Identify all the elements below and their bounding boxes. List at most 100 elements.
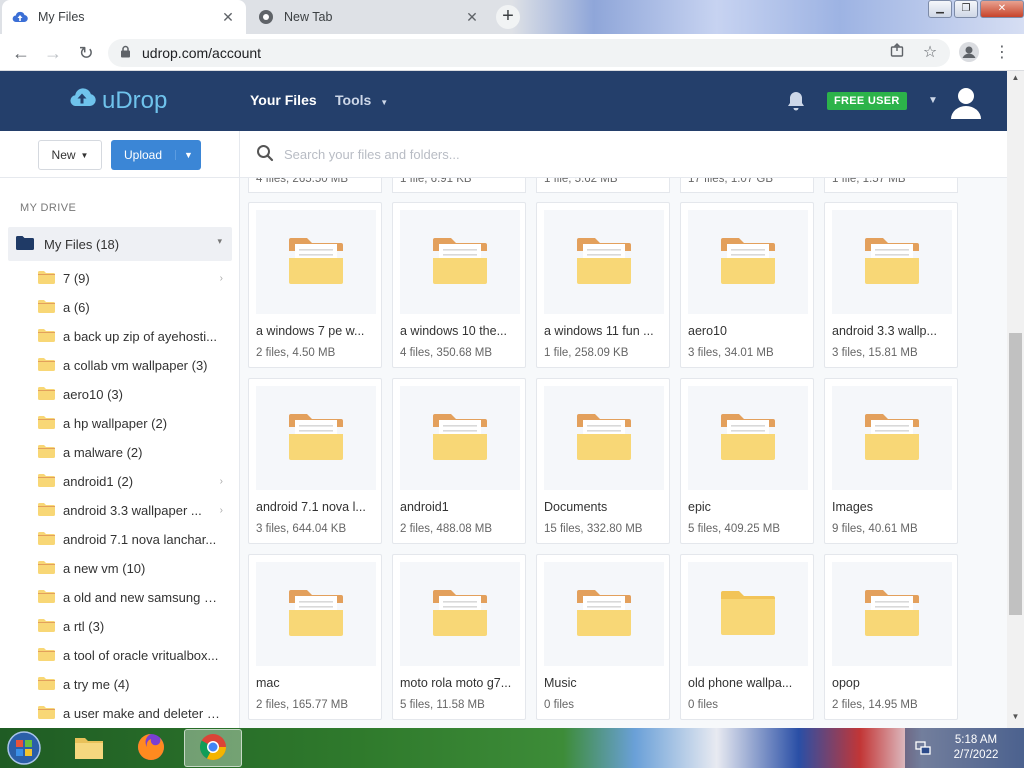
sidebar-folder-item[interactable]: a new vm (10) (0, 554, 239, 583)
tab-new-tab[interactable]: New Tab ✕ (248, 0, 490, 34)
scroll-up-arrow-icon[interactable]: ▲ (1007, 73, 1024, 87)
sidebar-folder-item[interactable]: aero10 (3) (0, 380, 239, 409)
new-tab-button[interactable]: + (496, 5, 520, 29)
close-icon[interactable]: ✕ (220, 9, 236, 26)
sidebar-folder-item[interactable]: a malware (2) (0, 438, 239, 467)
folder-card[interactable]: Documents 15 files, 332.80 MB (536, 378, 670, 544)
scroll-thumb[interactable] (1009, 333, 1022, 615)
upload-button[interactable]: Upload ▼ (111, 140, 201, 170)
folder-card[interactable]: Music 0 files (536, 554, 670, 720)
folder-card[interactable]: aero10 3 files, 34.01 MB (680, 202, 814, 368)
bell-icon[interactable] (786, 90, 806, 115)
start-button[interactable] (4, 729, 44, 767)
caret-down-icon: ▼ (380, 98, 389, 107)
folder-icon (719, 589, 777, 640)
search-input[interactable] (284, 146, 684, 162)
sidebar-folder-item[interactable]: a back up zip of ayehosti... (0, 322, 239, 351)
folder-card[interactable]: old phone wallpa... 0 files (680, 554, 814, 720)
folder-card[interactable]: a windows 7 pe w... 2 files, 4.50 MB (248, 202, 382, 368)
sidebar-folder-item[interactable]: a (6) (0, 293, 239, 322)
network-icon[interactable] (915, 740, 931, 759)
sidebar-folder-item[interactable]: android 3.3 wallpaper ... › (0, 496, 239, 525)
folder-card[interactable]: a windows 11 fun ... 1 file, 258.09 KB (536, 202, 670, 368)
user-plan-badge: FREE USER (827, 92, 907, 110)
sidebar-folder-item[interactable]: a user make and deleter (... (0, 699, 239, 728)
folder-card[interactable]: android 7.1 nova l... 3 files, 644.04 KB (248, 378, 382, 544)
sidebar-folder-item[interactable]: a tool of oracle vritualbox... (0, 641, 239, 670)
windows-taskbar: 5:18 AM 2/7/2022 (0, 728, 1024, 768)
card-meta: 3 files, 644.04 KB (256, 523, 347, 535)
folder-card[interactable]: android 3.3 wallp... 3 files, 15.81 MB (824, 202, 958, 368)
kebab-menu-icon[interactable]: ⋮ (991, 42, 1013, 64)
sidebar-folder-item[interactable]: android 7.1 nova lanchar... (0, 525, 239, 554)
chevron-right-icon[interactable]: › (220, 273, 223, 284)
sidebar-folder-item[interactable]: 7 (9) › (0, 264, 239, 293)
folder-icon (431, 236, 489, 289)
star-icon[interactable]: ☆ (919, 42, 941, 64)
nav-tools[interactable]: Tools ▼ (335, 92, 388, 108)
card-name: a windows 11 fun ... (544, 324, 654, 338)
forward-arrow-icon[interactable]: → (42, 42, 64, 64)
folder-icon (287, 236, 345, 289)
sidebar-item-label: My Files (18) (44, 236, 120, 252)
folder-icon (287, 412, 345, 465)
folder-card[interactable]: android1 2 files, 488.08 MB (392, 378, 526, 544)
caret-down-icon[interactable]: ▼ (928, 95, 938, 106)
card-name: Music (544, 676, 577, 690)
chrome-icon (258, 9, 274, 25)
sidebar-folder-item[interactable]: a try me (4) (0, 670, 239, 699)
folder-icon (431, 412, 489, 465)
page-scrollbar[interactable]: ▲ ▼ (1007, 71, 1024, 728)
window-close-button[interactable]: ✕ (980, 0, 1024, 18)
folder-card[interactable]: opop 2 files, 14.95 MB (824, 554, 958, 720)
sidebar-item-my-files[interactable]: My Files (18) ▾ (8, 227, 232, 261)
folder-card[interactable]: Images 9 files, 40.61 MB (824, 378, 958, 544)
scroll-down-arrow-icon[interactable]: ▼ (1007, 712, 1024, 726)
card-name: a windows 7 pe w... (256, 324, 365, 338)
tab-my-files[interactable]: My Files ✕ (2, 0, 246, 34)
chevron-down-icon[interactable]: ▾ (217, 236, 222, 247)
upload-dropdown-caret-icon[interactable]: ▼ (175, 150, 201, 160)
new-button[interactable]: New ▼ (38, 140, 102, 170)
nav-your-files[interactable]: Your Files (250, 92, 317, 108)
reload-icon[interactable]: ↻ (75, 42, 97, 64)
clock[interactable]: 5:18 AM 2/7/2022 (941, 733, 1011, 763)
sidebar-folder-item[interactable]: a rtl (3) (0, 612, 239, 641)
card-name: mac (256, 676, 280, 690)
folder-icon (38, 647, 56, 664)
folder-card[interactable]: a windows 10 the... 4 files, 350.68 MB (392, 202, 526, 368)
my-drive-heading: MY DRIVE (20, 202, 77, 214)
close-icon[interactable]: ✕ (464, 9, 480, 26)
folder-icon (575, 588, 633, 641)
folder-icon (863, 588, 921, 641)
chevron-right-icon[interactable]: › (220, 476, 223, 487)
back-arrow-icon[interactable]: ← (10, 42, 32, 64)
sidebar-folder-item[interactable]: a old and new samsung d... (0, 583, 239, 612)
tab-label: My Files (38, 10, 85, 24)
avatar[interactable] (950, 85, 982, 122)
brand-logo[interactable]: uDrop (68, 86, 167, 115)
sidebar-folder-item[interactable]: a hp wallpaper (2) (0, 409, 239, 438)
chevron-right-icon[interactable]: › (220, 505, 223, 516)
taskbar-firefox[interactable] (122, 729, 180, 767)
sidebar-folder-item[interactable]: android1 (2) › (0, 467, 239, 496)
folder-card[interactable]: mac 2 files, 165.77 MB (248, 554, 382, 720)
sidebar-folder-item[interactable]: a collab vm wallpaper (3) (0, 351, 239, 380)
taskbar-file-explorer[interactable] (60, 729, 118, 767)
folder-icon (38, 589, 56, 606)
profile-icon[interactable] (958, 42, 980, 64)
minimize-button[interactable]: ▁ (928, 0, 952, 18)
folder-icon (575, 412, 633, 465)
folder-thumbnail (544, 562, 664, 666)
taskbar-chrome[interactable] (184, 729, 242, 767)
url-field[interactable]: udrop.com/account (108, 39, 950, 67)
card-meta: 1 file, 258.09 KB (544, 347, 629, 359)
folder-thumbnail (832, 386, 952, 490)
folder-card[interactable]: epic 5 files, 409.25 MB (680, 378, 814, 544)
tab-label: New Tab (284, 10, 333, 24)
maximize-button[interactable]: ❐ (954, 0, 978, 18)
clock-date: 2/7/2022 (953, 749, 999, 761)
folder-thumbnail (256, 386, 376, 490)
folder-card[interactable]: moto rola moto g7... 5 files, 11.58 MB (392, 554, 526, 720)
share-icon[interactable] (886, 42, 908, 64)
